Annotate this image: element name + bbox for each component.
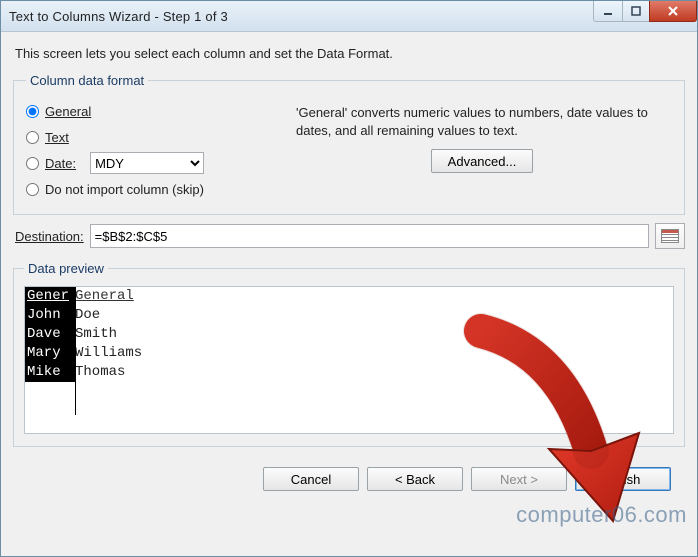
cancel-button[interactable]: Cancel: [263, 467, 359, 491]
destination-input[interactable]: [90, 224, 649, 248]
back-button[interactable]: < Back: [367, 467, 463, 491]
maximize-button[interactable]: [622, 1, 650, 22]
format-hint: 'General' converts numeric values to num…: [296, 104, 668, 139]
window-title: Text to Columns Wizard - Step 1 of 3: [9, 9, 228, 24]
radio-skip[interactable]: [26, 183, 39, 196]
advanced-button[interactable]: Advanced...: [431, 149, 534, 173]
radio-text-label[interactable]: Text: [45, 130, 69, 145]
radio-text[interactable]: [26, 131, 39, 144]
grid-icon: [661, 229, 679, 243]
format-group-legend: Column data format: [26, 73, 148, 88]
radio-date[interactable]: [26, 157, 39, 170]
next-button[interactable]: Next >: [471, 467, 567, 491]
destination-label: Destination:: [15, 229, 84, 244]
preview-legend: Data preview: [24, 261, 108, 276]
instruction-text: This screen lets you select each column …: [15, 46, 685, 61]
preview-pane: GenerGeneralJohnDoeDaveSmithMaryWilliams…: [24, 286, 674, 434]
radio-date-label[interactable]: Date:: [45, 156, 76, 171]
range-picker-button[interactable]: [655, 223, 685, 249]
radio-general-label[interactable]: General: [45, 104, 91, 119]
watermark: computer06.com: [516, 502, 687, 528]
radio-general[interactable]: [26, 105, 39, 118]
radio-skip-label[interactable]: Do not import column (skip): [45, 182, 204, 197]
date-order-select[interactable]: MDY: [90, 152, 204, 174]
finish-button[interactable]: Finish: [575, 467, 671, 491]
minimize-button[interactable]: [593, 1, 623, 22]
close-button[interactable]: [649, 1, 697, 22]
